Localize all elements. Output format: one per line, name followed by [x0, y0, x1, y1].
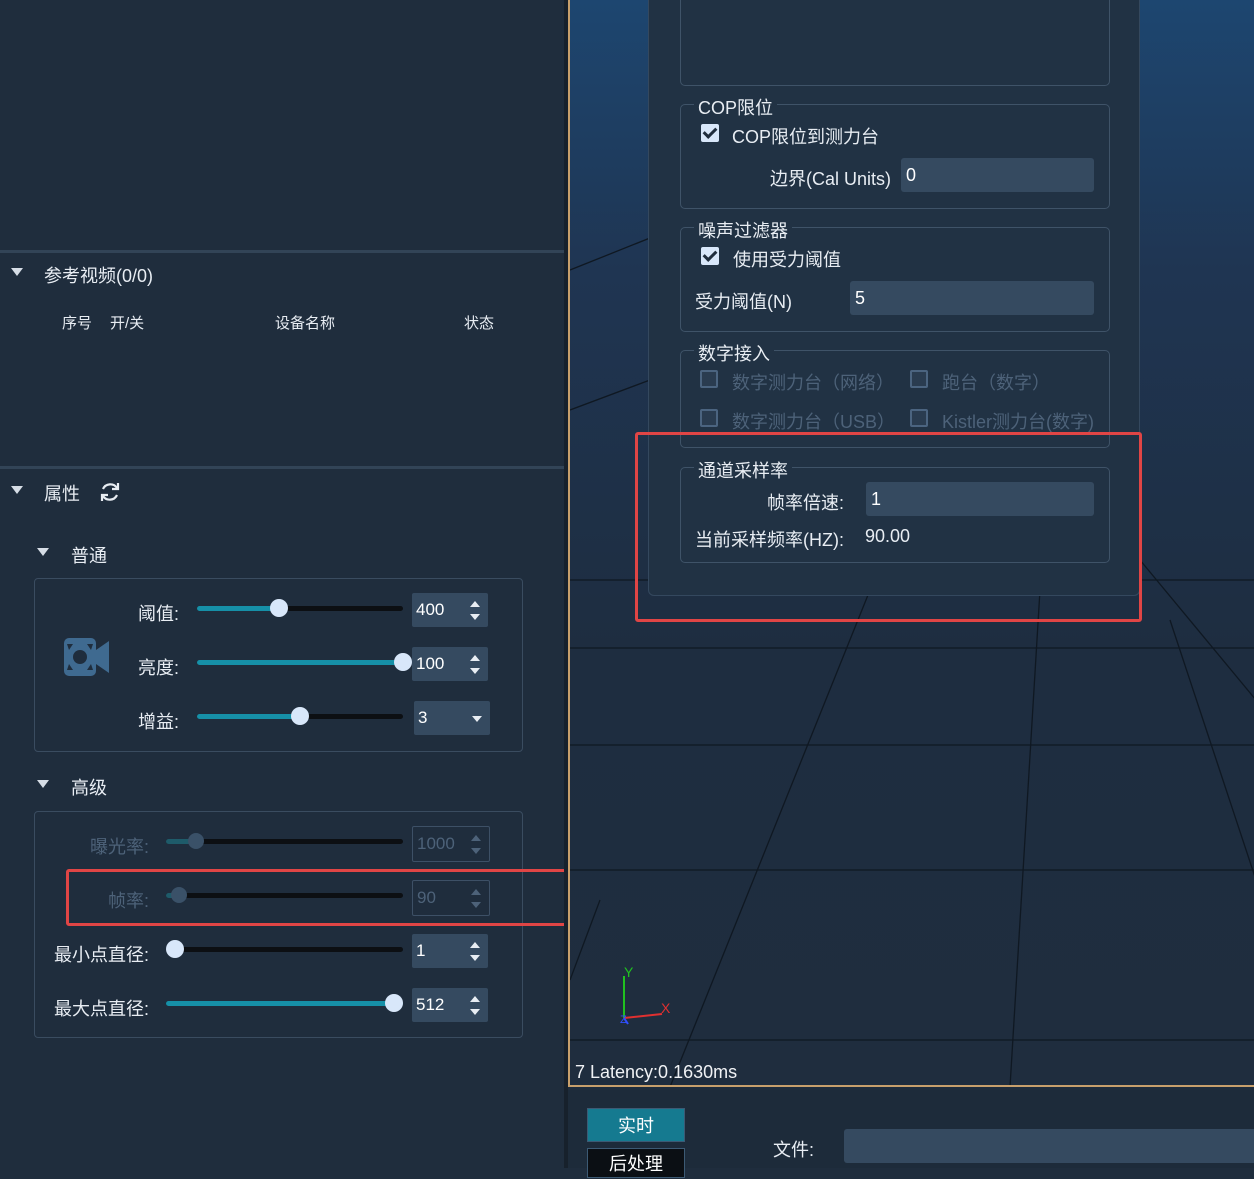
digital-plate-usb-checkbox	[700, 409, 718, 427]
normal-title: 普通	[71, 546, 107, 566]
max-dot-label: 最大点直径:	[53, 999, 149, 1019]
collapse-triangle-icon[interactable]	[37, 780, 49, 788]
exposure-slider	[166, 833, 403, 849]
slider-fill	[197, 606, 280, 611]
gain-label: 增益:	[137, 712, 179, 732]
border-value: 0	[906, 165, 917, 185]
cop-limit-title: COP限位	[694, 94, 778, 120]
spin-down-icon[interactable]	[470, 614, 480, 620]
collapse-triangle-icon[interactable]	[11, 486, 23, 494]
spin-up-icon[interactable]	[470, 655, 480, 661]
spin-up-icon[interactable]	[470, 942, 480, 948]
slider-handle	[187, 833, 204, 849]
brightness-value: 100	[416, 654, 445, 673]
threshold-label: 阈值:	[137, 604, 179, 624]
file-label: 文件:	[773, 1140, 815, 1160]
max-dot-value: 512	[416, 995, 445, 1014]
min-dot-spinbox[interactable]: 1	[412, 934, 488, 968]
advanced-title: 高级	[71, 778, 107, 798]
brightness-slider[interactable]	[197, 653, 412, 671]
slider-handle[interactable]	[291, 707, 309, 725]
max-dot-slider[interactable]	[166, 994, 403, 1012]
digital-plate-network-checkbox	[700, 370, 718, 388]
file-input[interactable]	[844, 1129, 1254, 1163]
slider-handle[interactable]	[385, 994, 403, 1012]
section-divider	[0, 466, 564, 469]
border-label: 边界(Cal Units)	[770, 169, 892, 189]
slider-fill	[197, 714, 300, 719]
highlight-box	[66, 869, 586, 926]
exposure-spinbox: 1000	[412, 826, 490, 862]
column-status: 状态	[464, 315, 495, 332]
section-divider	[0, 250, 564, 253]
treadmill-digital-label: 跑台（数字）	[942, 373, 1050, 393]
spin-up-icon[interactable]	[470, 996, 480, 1002]
axis-z-label: Z	[620, 1014, 627, 1026]
use-force-threshold-checkbox[interactable]	[701, 247, 719, 265]
force-threshold-input[interactable]: 5	[850, 281, 1094, 315]
force-threshold-label: 受力阈值(N)	[695, 292, 792, 312]
exposure-label: 曝光率:	[89, 837, 149, 857]
threshold-spinbox[interactable]: 400	[412, 593, 488, 627]
exposure-value: 1000	[417, 834, 455, 853]
spin-down-icon	[471, 848, 481, 854]
collapse-triangle-icon[interactable]	[11, 268, 23, 276]
slider-fill	[197, 660, 403, 665]
use-force-threshold-label: 使用受力阈值	[733, 250, 841, 270]
threshold-slider[interactable]	[197, 599, 403, 617]
spin-up-icon	[471, 835, 481, 841]
min-dot-label: 最小点直径:	[53, 945, 149, 965]
column-toggle: 开/关	[110, 315, 145, 332]
max-dot-spinbox[interactable]: 512	[412, 988, 488, 1022]
highlight-box	[635, 432, 1142, 622]
brightness-spinbox[interactable]: 100	[412, 647, 488, 681]
axis-y-label: Y	[624, 964, 634, 980]
cop-limit-checkbox[interactable]	[701, 124, 719, 142]
spin-down-icon[interactable]	[470, 955, 480, 961]
min-dot-value: 1	[416, 941, 426, 960]
slider-handle[interactable]	[166, 940, 184, 958]
empty-group	[680, 0, 1110, 86]
digital-input-title: 数字接入	[694, 340, 774, 366]
slider-fill	[166, 1001, 403, 1006]
digital-plate-network-label: 数字测力台（网络）	[732, 373, 894, 393]
kistler-digital-label: Kistler测力台(数字)	[942, 412, 1094, 432]
digital-plate-usb-label: 数字测力台（USB）	[732, 412, 896, 432]
kistler-digital-checkbox	[910, 409, 928, 427]
noise-filter-title: 噪声过滤器	[694, 217, 792, 243]
gain-dropdown[interactable]: 3	[414, 701, 490, 735]
cop-limit-checkbox-label: COP限位到测力台	[732, 127, 880, 147]
left-panel: 参考视频(0/0) 序号 开/关 设备名称 状态 属性 普通 阈值: 400 亮…	[0, 0, 586, 1168]
realtime-button[interactable]: 实时	[587, 1108, 685, 1142]
collapse-triangle-icon[interactable]	[37, 548, 49, 556]
column-device-name: 设备名称	[275, 315, 336, 332]
border-input[interactable]: 0	[901, 158, 1094, 192]
bottom-toolbar: 实时 后处理 文件:	[568, 1090, 1254, 1178]
postprocess-button[interactable]: 后处理	[587, 1148, 685, 1178]
spin-down-icon[interactable]	[470, 668, 480, 674]
refresh-icon[interactable]	[98, 480, 122, 504]
min-dot-slider[interactable]	[166, 940, 403, 958]
gain-value: 3	[418, 708, 428, 727]
properties-title: 属性	[44, 484, 80, 504]
latency-readout: 7 Latency:0.1630ms	[575, 1062, 738, 1082]
gain-slider[interactable]	[197, 707, 403, 725]
column-index: 序号	[62, 315, 93, 332]
chevron-down-icon[interactable]	[472, 716, 482, 722]
spin-down-icon[interactable]	[470, 1009, 480, 1015]
spin-up-icon[interactable]	[470, 601, 480, 607]
treadmill-digital-checkbox	[910, 370, 928, 388]
force-threshold-value: 5	[855, 288, 866, 308]
brightness-label: 亮度:	[137, 658, 179, 678]
threshold-value: 400	[416, 600, 445, 619]
axis-x-label: X	[661, 1000, 671, 1016]
slider-handle[interactable]	[394, 653, 412, 671]
ref-video-title: 参考视频(0/0)	[44, 266, 154, 286]
